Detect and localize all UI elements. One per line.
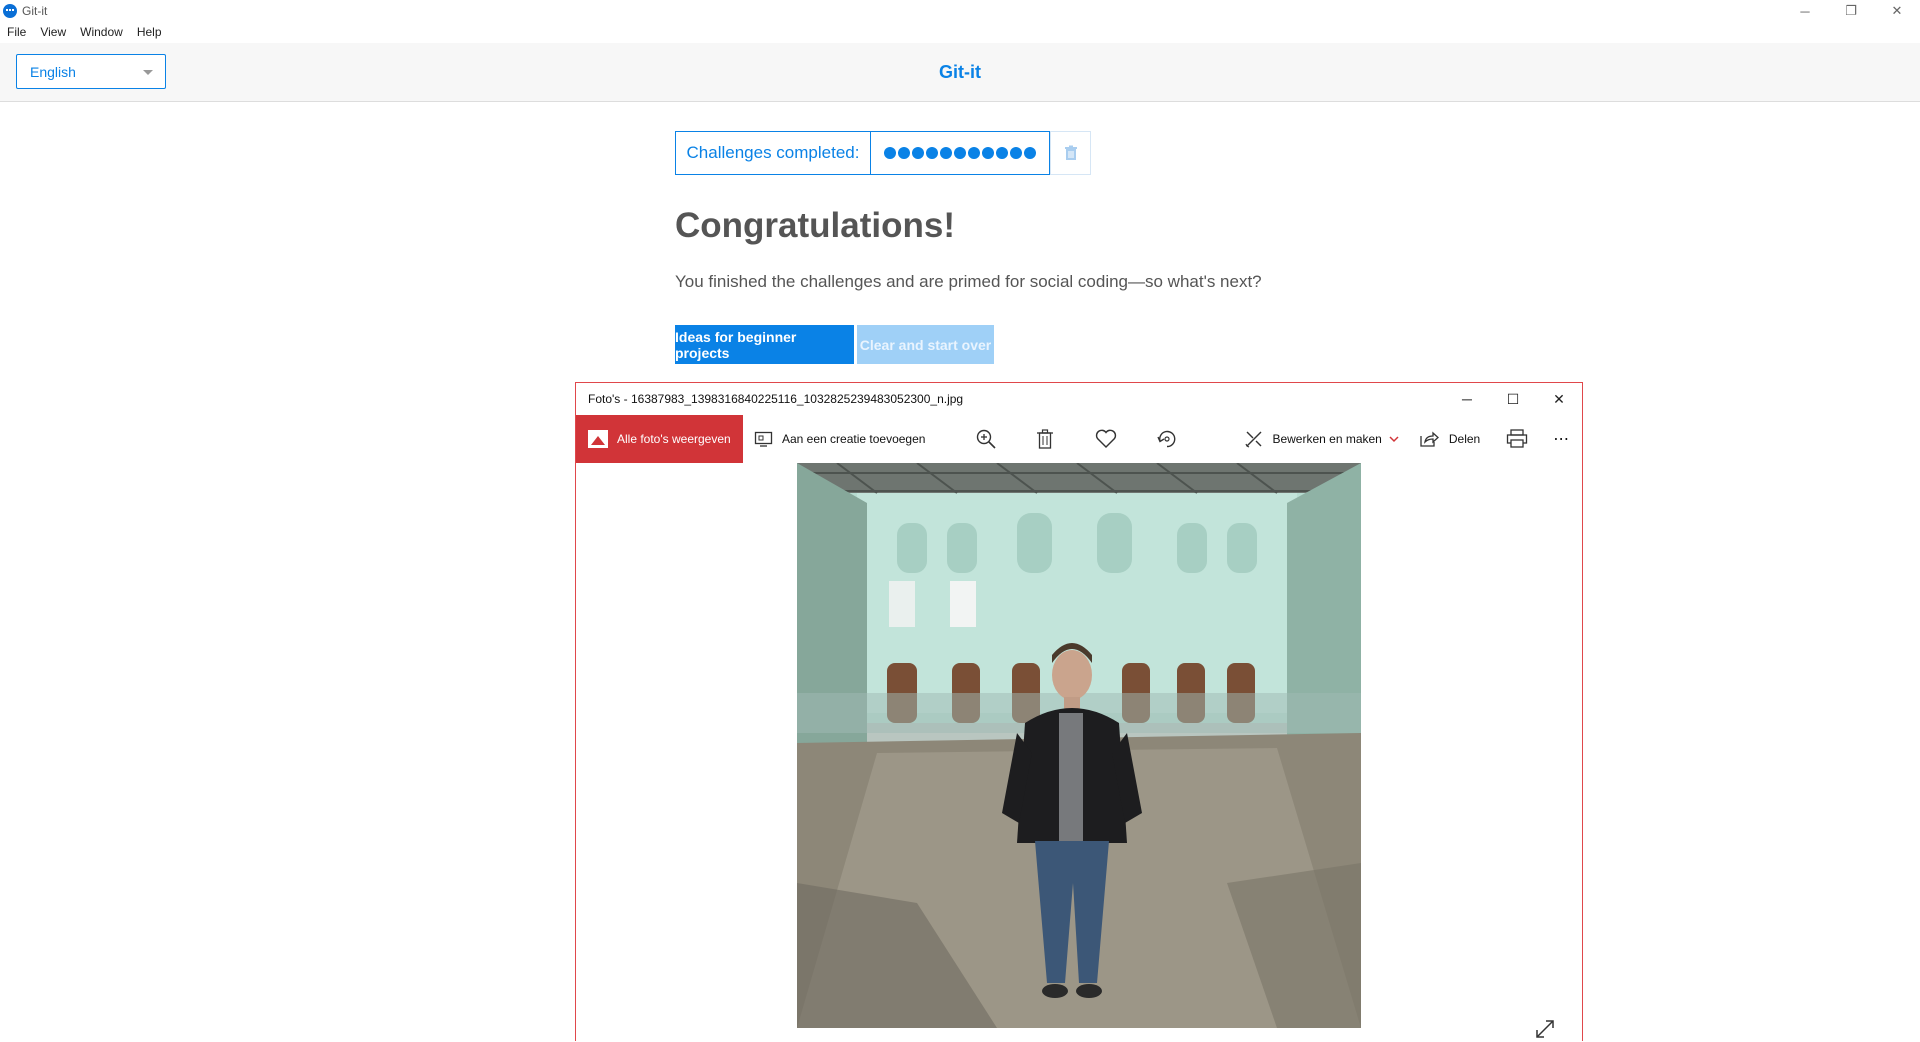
photo-viewer[interactable] — [576, 463, 1582, 1042]
challenge-dot — [884, 147, 896, 159]
challenge-dot — [1010, 147, 1022, 159]
challenge-dot — [982, 147, 994, 159]
congratulations-heading: Congratulations! — [675, 206, 955, 245]
app-title: Git-it — [22, 4, 48, 18]
photos-close-button[interactable]: ✕ — [1536, 383, 1582, 415]
restore-button[interactable]: ❐ — [1828, 0, 1874, 22]
challenge-dot — [898, 147, 910, 159]
challenge-dot — [996, 147, 1008, 159]
clear-progress-button[interactable] — [1050, 131, 1091, 175]
trash-icon — [1037, 429, 1054, 449]
clear-start-over-button[interactable]: Clear and start over — [857, 325, 994, 364]
photos-maximize-button[interactable]: ☐ — [1490, 383, 1536, 415]
photo-icon — [588, 430, 608, 448]
favorite-button[interactable] — [1095, 415, 1117, 463]
photos-titlebar: Foto's - 16387983_1398316840225116_10328… — [576, 383, 1582, 415]
menu-view[interactable]: View — [33, 22, 73, 42]
minimize-button[interactable]: ─ — [1782, 0, 1828, 22]
share-button[interactable]: Delen — [1419, 415, 1480, 463]
edit-create-label: Bewerken en maken — [1272, 432, 1382, 446]
page-title: Git-it — [939, 62, 981, 82]
zoom-in-icon — [977, 429, 997, 449]
rotate-button[interactable] — [1156, 415, 1178, 463]
challenge-dot — [968, 147, 980, 159]
rotate-icon — [1157, 430, 1176, 448]
menu-help[interactable]: Help — [130, 22, 169, 42]
photo-image — [797, 463, 1361, 1028]
edit-create-button[interactable]: Bewerken en maken — [1244, 415, 1399, 463]
window-controls: ─ ❐ ✕ — [1782, 0, 1920, 22]
add-to-creation-icon — [754, 431, 773, 447]
chevron-down-icon — [1389, 436, 1399, 443]
share-icon — [1420, 431, 1439, 447]
app-titlebar: Git-it ─ ❐ ✕ — [0, 0, 1920, 22]
photos-window-controls: ─ ☐ ✕ — [1444, 383, 1582, 415]
menu-bar: File View Window Help — [0, 22, 1920, 42]
share-label: Delen — [1448, 432, 1481, 446]
git-it-logo-icon — [3, 4, 17, 18]
add-to-creation-label: Aan een creatie toevoegen — [782, 432, 926, 446]
menu-file[interactable]: File — [0, 22, 33, 42]
all-photos-button[interactable]: Alle foto's weergeven — [576, 415, 743, 463]
trash-icon — [1064, 145, 1077, 160]
menu-window[interactable]: Window — [73, 22, 130, 42]
zoom-button[interactable] — [975, 415, 997, 463]
challenge-dot — [940, 147, 952, 159]
photos-minimize-button[interactable]: ─ — [1444, 383, 1490, 415]
all-photos-label: Alle foto's weergeven — [617, 432, 731, 446]
heart-icon — [1096, 429, 1117, 448]
delete-button[interactable] — [1036, 415, 1054, 463]
challenge-dot — [912, 147, 924, 159]
app-header: English Git-it — [0, 43, 1920, 102]
more-button[interactable]: ⋯ — [1553, 415, 1569, 463]
challenge-dot — [954, 147, 966, 159]
add-to-creation-button[interactable]: Aan een creatie toevoegen — [754, 415, 925, 463]
edit-icon — [1245, 431, 1262, 448]
expand-icon[interactable] — [1534, 1018, 1556, 1040]
photos-toolbar: Alle foto's weergeven Aan een creatie to… — [576, 415, 1582, 463]
ideas-beginner-projects-button[interactable]: Ideas for beginner projects — [675, 325, 854, 364]
photo-image-render — [797, 463, 1361, 1028]
challenges-dots — [871, 131, 1050, 175]
photos-window: Foto's - 16387983_1398316840225116_10328… — [575, 382, 1583, 1042]
photos-title: Foto's - 16387983_1398316840225116_10328… — [588, 392, 964, 406]
print-icon — [1507, 429, 1528, 448]
print-button[interactable] — [1506, 415, 1528, 463]
congratulations-text: You finished the challenges and are prim… — [675, 272, 1262, 291]
challenges-progress: Challenges completed: — [675, 131, 1091, 175]
challenges-completed-label: Challenges completed: — [675, 131, 871, 175]
challenge-dot — [926, 147, 938, 159]
close-button[interactable]: ✕ — [1874, 0, 1920, 22]
challenge-dot — [1024, 147, 1036, 159]
